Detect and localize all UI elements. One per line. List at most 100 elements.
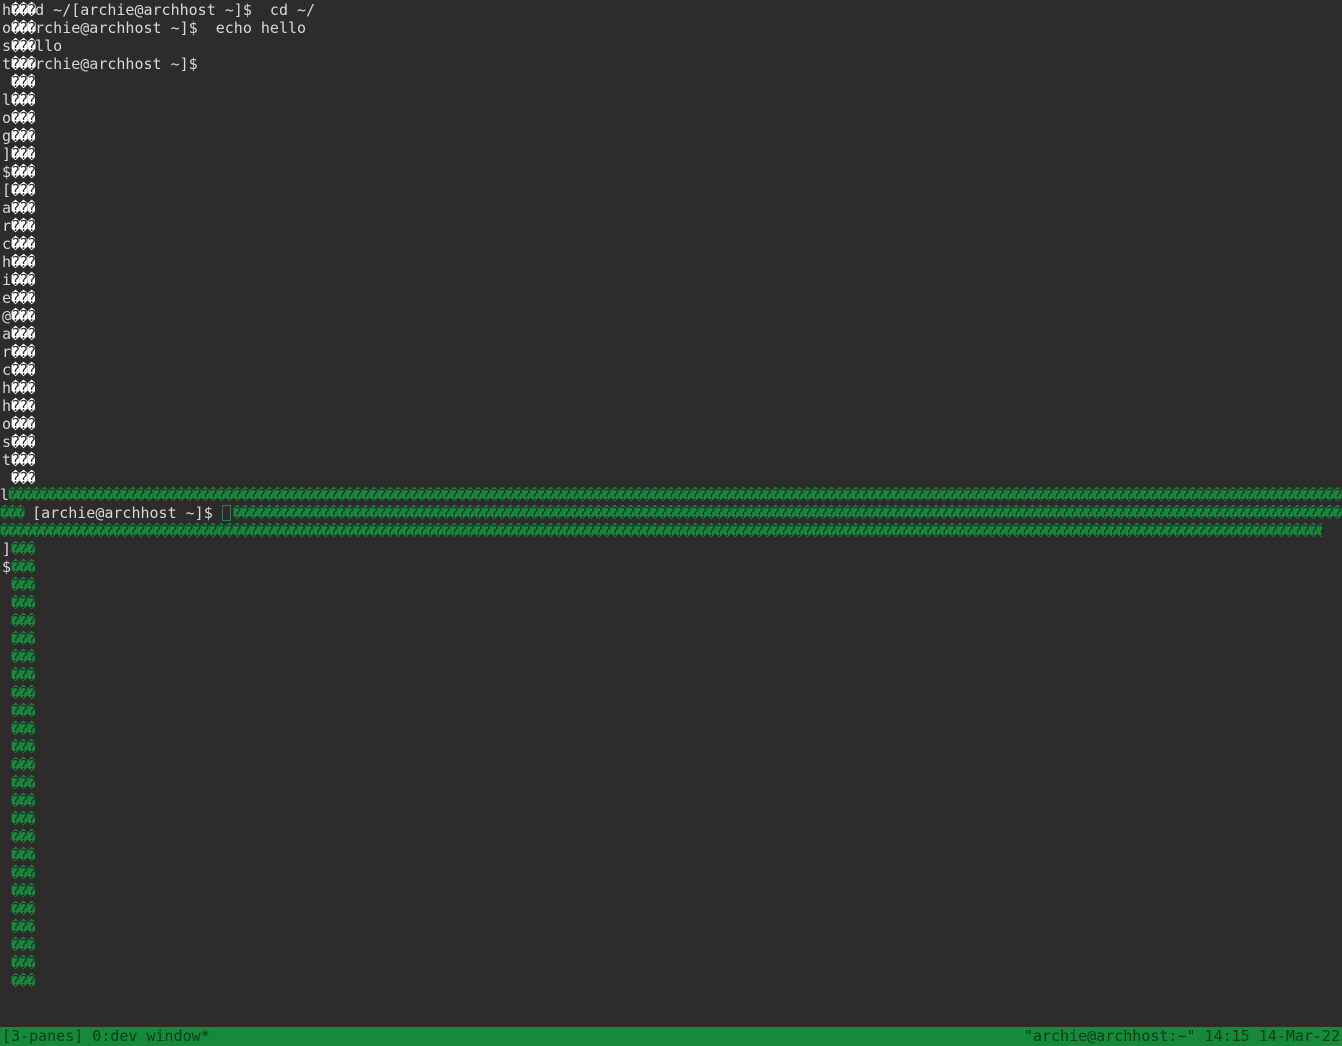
- line-lead-char: o: [2, 109, 12, 127]
- replacement-glyph: ���: [11, 235, 36, 253]
- terminal-line: ���: [2, 630, 35, 648]
- terminal-line: ���: [2, 594, 35, 612]
- line-lead-char: h: [2, 1, 12, 19]
- line-lead-char: [2, 469, 11, 487]
- replacement-glyph: ���: [11, 271, 36, 289]
- replacement-glyph: ���: [11, 469, 36, 487]
- terminal-line: o���rchie@archhost ~]$ echo hello: [2, 19, 306, 37]
- replacement-glyph: ���: [11, 576, 36, 594]
- terminal-line: o���: [2, 415, 35, 433]
- replacement-glyph: ���: [11, 540, 36, 558]
- terminal-line: c���: [2, 235, 35, 253]
- terminal-line: ���: [2, 774, 35, 792]
- terminal-line: e���: [2, 289, 35, 307]
- terminal-line: s���: [2, 433, 35, 451]
- terminal-window[interactable]: h���d ~/[archie@archhost ~]$ cd ~/o���rc…: [0, 0, 1342, 1046]
- replacement-glyph: ���: [11, 91, 36, 109]
- replacement-glyph: ���: [11, 73, 36, 91]
- terminal-line: ���: [2, 73, 35, 91]
- replacement-glyph: ���: [11, 666, 36, 684]
- line-lead-char: l: [2, 91, 12, 109]
- line-lead-char: @: [2, 307, 12, 325]
- terminal-line: ���: [2, 756, 35, 774]
- replacement-glyph: ���: [11, 630, 36, 648]
- terminal-line: ���: [2, 900, 35, 918]
- terminal-line: ���: [2, 864, 35, 882]
- line-lead-char: a: [2, 325, 12, 343]
- terminal-line: ���: [2, 828, 35, 846]
- line-lead-char: g: [2, 127, 12, 145]
- terminal-line: ]���: [2, 540, 35, 558]
- line-lead-char: [2, 576, 11, 594]
- terminal-line: ���: [2, 882, 35, 900]
- terminal-line: h���d ~/[archie@archhost ~]$ cd ~/: [2, 1, 315, 19]
- replacement-glyph: ���: [11, 810, 36, 828]
- terminal-line: ���: [2, 846, 35, 864]
- line-lead-char: i: [2, 271, 12, 289]
- terminal-line: ���: [2, 972, 35, 990]
- line-lead-char: [2, 720, 11, 738]
- replacement-glyph: ���: [11, 936, 36, 954]
- terminal-line: ���: [2, 954, 35, 972]
- shell-prompt: [archie@archhost ~]$: [32, 504, 222, 522]
- replacement-glyph: ���: [11, 864, 36, 882]
- line-lead-char: t: [2, 55, 12, 73]
- replacement-glyph: ���: [11, 145, 36, 163]
- line-lead-char: [2, 612, 11, 630]
- terminal-line: a���: [2, 325, 35, 343]
- replacement-glyph: ���: [11, 828, 36, 846]
- replacement-glyph: ���: [11, 792, 36, 810]
- terminal-line: i���: [2, 271, 35, 289]
- terminal-line: h���: [2, 379, 35, 397]
- line-lead-char: [2, 684, 11, 702]
- terminal-line: h���: [2, 253, 35, 271]
- replacement-glyph: ���: [11, 37, 36, 55]
- status-left: [3-panes] 0:dev window*: [2, 1027, 210, 1045]
- terminal-line: [���: [2, 181, 35, 199]
- line-lead-char: [2, 73, 11, 91]
- border-glyphs: ����������������������������������������…: [8, 486, 1342, 504]
- terminal-line: t���: [2, 451, 35, 469]
- line-lead-char: [2, 810, 11, 828]
- line-text: rchie@archhost ~]$: [35, 55, 198, 73]
- line-lead-char: [2, 648, 11, 666]
- line-text: rchie@archhost ~]$ echo hello: [35, 19, 307, 37]
- replacement-glyph: ���: [11, 19, 36, 37]
- line-lead-char: [2, 792, 11, 810]
- line-lead-char: [2, 630, 11, 648]
- terminal-line: ���: [2, 666, 35, 684]
- replacement-glyph: ���: [11, 918, 36, 936]
- terminal-line: ���: [2, 612, 35, 630]
- line-lead-char: [2, 774, 11, 792]
- line-lead-char: h: [2, 253, 12, 271]
- line-lead-char: ]: [2, 145, 12, 163]
- replacement-glyph: ���: [11, 612, 36, 630]
- line-lead-char: [2, 702, 11, 720]
- line-text: d ~/[archie@archhost ~]$ cd ~/: [35, 1, 316, 19]
- terminal-line: r���: [2, 217, 35, 235]
- line-lead-char: r: [2, 343, 12, 361]
- replacement-glyph: ���: [11, 379, 36, 397]
- line-lead-char: ]: [2, 540, 12, 558]
- replacement-glyph: ���: [11, 972, 36, 990]
- line-lead-char: s: [2, 37, 12, 55]
- line-text: llo: [35, 37, 63, 55]
- terminal-line: ���: [2, 792, 35, 810]
- replacement-glyph: ���: [11, 451, 36, 469]
- replacement-glyph: ���: [11, 684, 36, 702]
- terminal-line: ���: [2, 469, 35, 487]
- replacement-glyph: ���: [11, 217, 36, 235]
- replacement-glyph: ���: [11, 397, 36, 415]
- status-right: "archie@archhost:~" 14:15 14-Mar-22: [1023, 1027, 1340, 1045]
- replacement-glyph: ���: [11, 846, 36, 864]
- active-pane-prompt-row[interactable]: ��� [archie@archhost ~]$ ���������������…: [0, 504, 1342, 522]
- terminal-line: ���: [2, 810, 35, 828]
- replacement-glyph: ���: [11, 1, 36, 19]
- terminal-line: c���: [2, 361, 35, 379]
- line-lead-char: [2, 594, 11, 612]
- terminal-line: l���: [2, 91, 35, 109]
- replacement-glyph: ���: [11, 756, 36, 774]
- terminal-line: r���: [2, 343, 35, 361]
- text-cursor[interactable]: [221, 505, 231, 521]
- line-lead-char: [2, 918, 11, 936]
